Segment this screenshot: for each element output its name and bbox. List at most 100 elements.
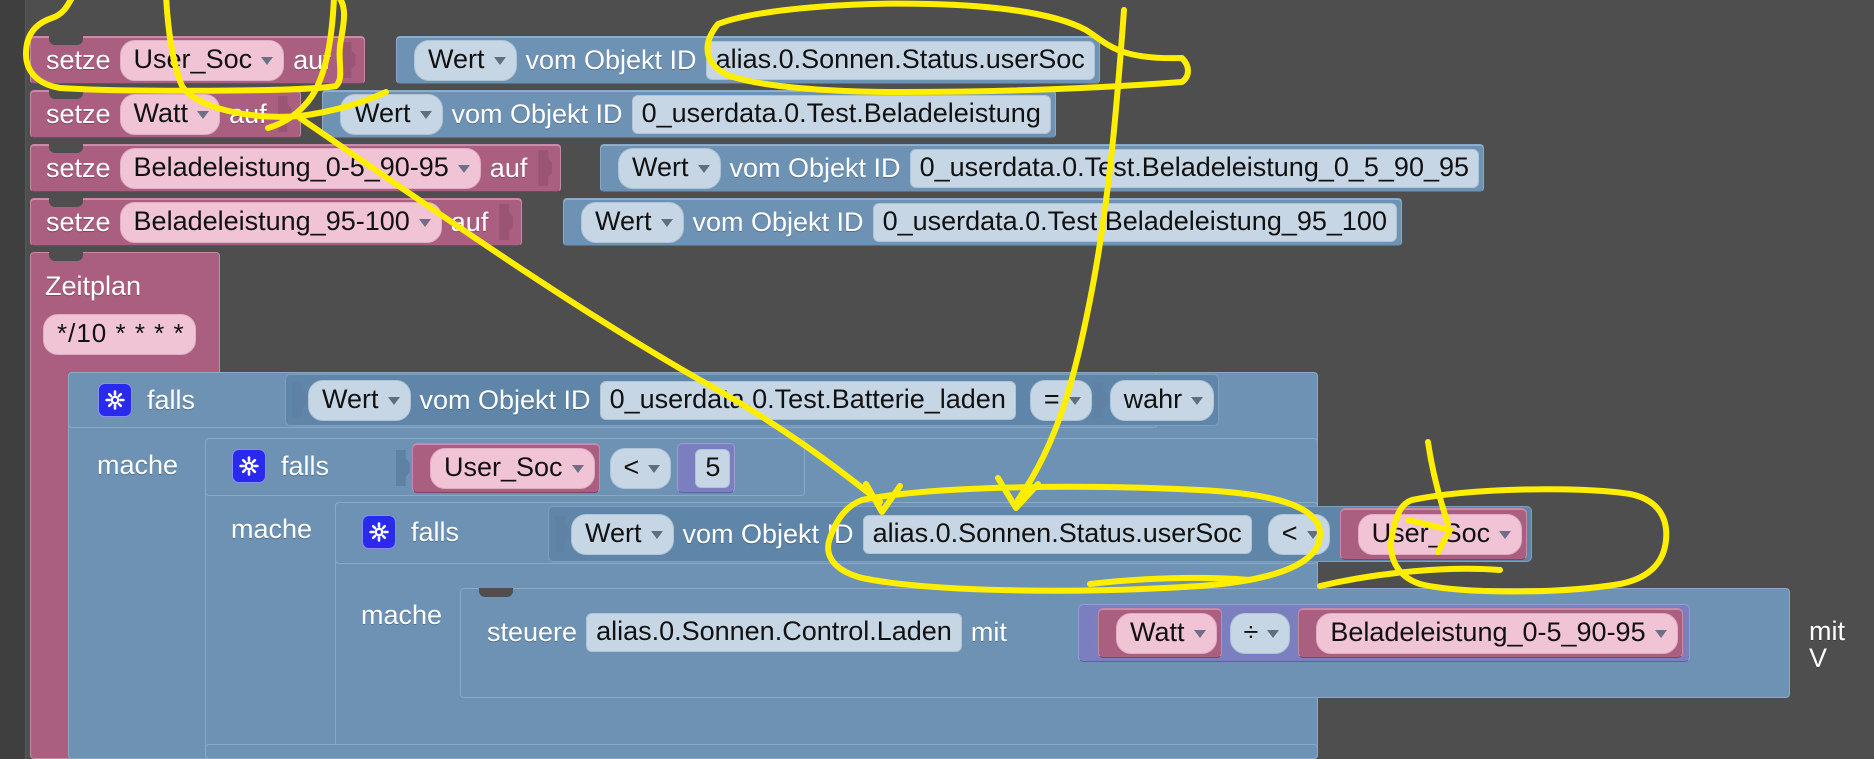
chevron-down-icon[interactable] (261, 57, 274, 65)
variable-block-watt[interactable]: Watt (1098, 608, 1222, 658)
chevron-down-icon[interactable] (1193, 630, 1206, 638)
number-block-5[interactable]: 5 (677, 443, 736, 493)
chevron-down-icon[interactable] (493, 57, 506, 65)
value-type-dropdown[interactable]: Wert (308, 379, 411, 421)
cron-field[interactable]: */10 * * * * (43, 314, 196, 355)
statement-setze-beladeleistung-95-100[interactable]: setze Beladeleistung_95-100 auf (30, 198, 523, 246)
action-row-steuere[interactable]: steuere alias.0.Sonnen.Control.Laden mit (478, 608, 1016, 656)
variable-dropdown-beladeleistung-95-100[interactable]: Beladeleistung_95-100 (119, 201, 442, 243)
value-type-label: Wert (585, 517, 642, 548)
block-plug (417, 451, 430, 485)
value-block-object-id-2[interactable]: Wert vom Objekt ID 0_userdata.0.Test.Bel… (322, 90, 1056, 138)
value-type-dropdown[interactable]: Wert (340, 93, 443, 135)
compare-block-usersoc[interactable]: Wert vom Objekt ID alias.0.Sonnen.Status… (548, 506, 1533, 562)
value-socket-left (292, 382, 306, 418)
statement-setze-watt[interactable]: setze Watt auf (30, 90, 301, 138)
variable-block-user-soc-right[interactable]: User_Soc (1339, 508, 1528, 560)
value-socket (341, 42, 356, 78)
chevron-down-icon[interactable] (571, 465, 584, 473)
value-type-dropdown[interactable]: Wert (581, 201, 684, 243)
statement-setze-beladeleistung-0-5-90-95[interactable]: setze Beladeleistung_0-5_90-95 auf (30, 144, 562, 192)
value-block-object-id-4[interactable]: Wert vom Objekt ID 0_userdata.0.Test.Bel… (563, 198, 1402, 246)
chevron-down-icon[interactable] (419, 111, 432, 119)
value-type-label: Wert (322, 383, 379, 414)
object-id-field-user-soc[interactable]: alias.0.Sonnen.Status.userSoc (705, 40, 1095, 80)
object-id-field-batterie-laden[interactable]: 0_userdata.0.Test.Batterie_laden (599, 380, 1016, 420)
variable-name: Beladeleistung_0-5_90-95 (1330, 616, 1646, 647)
statement-setze-user-soc[interactable]: setze User_Soc auf (30, 36, 365, 84)
label-vom-objekt-id: vom Objekt ID (682, 518, 854, 549)
variable-name: Watt (1130, 616, 1185, 647)
value-type-dropdown[interactable]: Wert (414, 39, 517, 81)
chevron-down-icon[interactable] (1068, 397, 1081, 405)
math-block-division[interactable]: Watt ÷ Beladeleistung_0-5_90-95 (1078, 604, 1690, 662)
operator-dropdown-less-than[interactable]: < (609, 447, 672, 489)
object-id-field-control-laden[interactable]: alias.0.Sonnen.Control.Laden (586, 612, 962, 652)
block-notch (49, 90, 83, 99)
number-field-5[interactable]: 5 (695, 448, 731, 488)
gear-icon[interactable] (362, 515, 396, 549)
value-type-label: Wert (428, 43, 485, 74)
chevron-down-icon[interactable] (197, 111, 210, 119)
label-vom-objekt-id: vom Objekt ID (729, 152, 901, 183)
operator-dropdown-equals[interactable]: = (1029, 379, 1092, 421)
block-notch (479, 588, 513, 597)
operator-symbol: < (623, 451, 640, 482)
block-notch (49, 252, 83, 261)
gear-icon[interactable] (232, 449, 266, 483)
chevron-down-icon[interactable] (387, 397, 400, 405)
block-notch (49, 198, 83, 207)
value-block-object-id-3[interactable]: Wert vom Objekt ID 0_userdata.0.Test.Bel… (600, 144, 1485, 192)
value-type-dropdown[interactable]: Wert (618, 147, 721, 189)
variable-dropdown-user-soc-right[interactable]: User_Soc (1357, 513, 1523, 555)
keyword-auf: auf (229, 98, 267, 129)
label-vom-objekt-id: vom Objekt ID (419, 384, 591, 415)
object-id-field-usersoc-cond[interactable]: alias.0.Sonnen.Status.userSoc (862, 514, 1252, 554)
compare-block-user-soc-lt-5[interactable]: User_Soc < 5 (392, 442, 737, 494)
gear-icon[interactable] (98, 383, 132, 417)
label-mache-1: mache (97, 450, 179, 480)
chevron-down-icon[interactable] (1191, 397, 1204, 405)
chevron-down-icon[interactable] (697, 165, 710, 173)
block-plug (682, 451, 696, 485)
boolean-dropdown-wahr[interactable]: wahr (1109, 379, 1215, 421)
value-type-dropdown[interactable]: Wert (571, 513, 674, 555)
chevron-down-icon[interactable] (648, 465, 661, 473)
variable-dropdown-watt-expr[interactable]: Watt (1116, 612, 1217, 654)
variable-block-user-soc[interactable]: User_Soc (412, 443, 600, 493)
value-block-object-id-1[interactable]: Wert vom Objekt ID alias.0.Sonnen.Status… (396, 36, 1100, 84)
block-notch (49, 36, 83, 45)
block-plug (1085, 616, 1098, 650)
object-id-field-beladeleistung-95-100[interactable]: 0_userdata.0.Test.Beladeleistung_95_100 (872, 202, 1397, 242)
keyword-setze: setze (46, 98, 111, 129)
variable-name: User_Soc (444, 451, 563, 482)
variable-dropdown-user-soc-cmp[interactable]: User_Soc (430, 447, 595, 489)
variable-name: Beladeleistung_0-5_90-95 (133, 151, 449, 182)
chevron-down-icon[interactable] (650, 531, 663, 539)
variable-dropdown-watt[interactable]: Watt (119, 93, 221, 135)
variable-block-beladeleistung-expr[interactable]: Beladeleistung_0-5_90-95 (1298, 608, 1683, 658)
chevron-down-icon[interactable] (1306, 531, 1319, 539)
variable-dropdown-beladeleistung-0-5-90-95[interactable]: Beladeleistung_0-5_90-95 (119, 147, 481, 189)
operator-dropdown-less-than[interactable]: < (1267, 513, 1330, 555)
blockly-canvas[interactable]: setze User_Soc auf Wert vom Objekt ID al… (0, 0, 1874, 759)
if-header-row-2[interactable]: falls (222, 444, 338, 488)
boolean-value: wahr (1123, 383, 1183, 414)
operator-dropdown-divide[interactable]: ÷ (1229, 612, 1291, 654)
object-id-field-beladeleistung-0-5-90-95[interactable]: 0_userdata.0.Test.Beladeleistung_0_5_90_… (909, 148, 1480, 188)
chevron-down-icon[interactable] (1654, 630, 1667, 638)
chevron-down-icon[interactable] (1499, 531, 1512, 539)
chevron-down-icon[interactable] (457, 165, 470, 173)
if-header-row-1[interactable]: falls (88, 378, 204, 422)
variable-dropdown-beladeleistung-expr[interactable]: Beladeleistung_0-5_90-95 (1316, 612, 1678, 654)
chevron-down-icon[interactable] (660, 219, 673, 227)
if-header-row-3[interactable]: falls (352, 510, 468, 554)
chevron-down-icon[interactable] (1267, 630, 1280, 638)
label-mache-3: mache (361, 600, 443, 630)
compare-block-batterie-laden[interactable]: Wert vom Objekt ID 0_userdata.0.Test.Bat… (285, 374, 1220, 426)
label-mache-2: mache (231, 514, 313, 544)
object-id-field-beladeleistung[interactable]: 0_userdata.0.Test.Beladeleistung (631, 94, 1051, 134)
block-plug (605, 151, 618, 185)
chevron-down-icon[interactable] (418, 219, 431, 227)
variable-dropdown-user-soc[interactable]: User_Soc (119, 39, 285, 81)
